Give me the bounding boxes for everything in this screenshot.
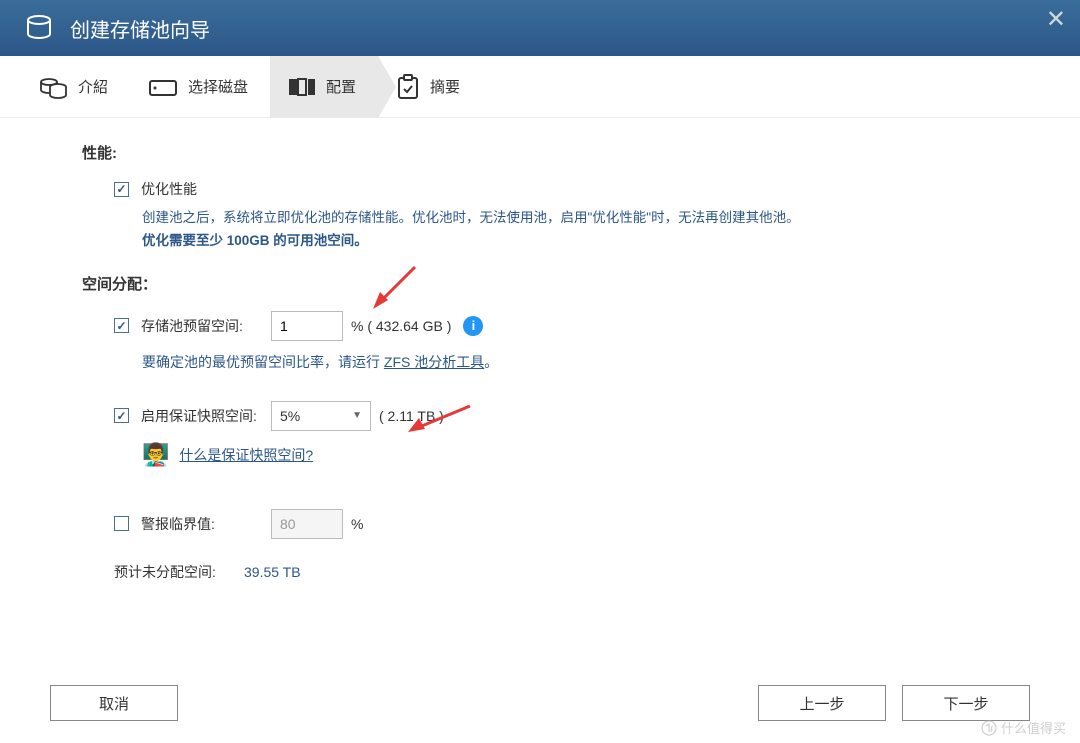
optimize-row: 优化性能 bbox=[82, 179, 1030, 199]
allocation-section-title: 空间分配： bbox=[82, 273, 1030, 294]
snapshot-help-row: 👨‍🏫 什么是保证快照空间? bbox=[82, 442, 1030, 468]
snapshot-size: ( 2.11 TB ) bbox=[379, 408, 444, 424]
teacher-icon: 👨‍🏫 bbox=[142, 442, 169, 468]
optimize-description: 创建池之后，系统将立即优化池的存储性能。优化池时，无法使用池，启用"优化性能"时… bbox=[82, 207, 1030, 253]
info-icon[interactable]: i bbox=[463, 316, 483, 336]
unallocated-label: 预计未分配空间: bbox=[114, 562, 244, 582]
performance-section-title: 性能: bbox=[82, 142, 1030, 163]
prev-button[interactable]: 上一步 bbox=[758, 685, 886, 721]
wizard-header: 创建存储池向导 ✕ bbox=[0, 0, 1080, 56]
alarm-input bbox=[271, 509, 343, 539]
step-bar: 介紹 选择磁盘 配置 摘要 bbox=[0, 56, 1080, 118]
alarm-checkbox[interactable] bbox=[114, 516, 129, 531]
content-area: 性能: 优化性能 创建池之后，系统将立即优化池的存储性能。优化池时，无法使用池，… bbox=[0, 118, 1080, 582]
wizard-title: 创建存储池向导 bbox=[70, 14, 210, 43]
optimize-checkbox[interactable] bbox=[114, 182, 129, 197]
alarm-row: 警报临界值: % bbox=[82, 508, 1030, 540]
chevron-down-icon: ▼ bbox=[352, 410, 362, 421]
close-icon[interactable]: ✕ bbox=[1046, 8, 1066, 32]
reserved-hint: 要确定池的最优预留空间比率，请运行 ZFS 池分析工具。 bbox=[82, 352, 1030, 372]
footer-bar: 取消 上一步 下一步 bbox=[0, 685, 1080, 721]
reserved-row: 存储池预留空间: % ( 432.64 GB ) i bbox=[82, 310, 1030, 342]
step-select-disk-label: 选择磁盘 bbox=[188, 76, 248, 97]
watermark: 什么值得买 bbox=[981, 718, 1066, 737]
step-configure-label: 配置 bbox=[326, 76, 356, 97]
unallocated-value: 39.55 TB bbox=[244, 564, 301, 580]
snapshot-help-link[interactable]: 什么是保证快照空间? bbox=[179, 445, 313, 465]
step-intro-label: 介紹 bbox=[78, 76, 108, 97]
step-summary-label: 摘要 bbox=[430, 76, 460, 97]
reserved-checkbox[interactable] bbox=[114, 318, 129, 333]
next-button[interactable]: 下一步 bbox=[902, 685, 1030, 721]
step-intro[interactable]: 介紹 bbox=[20, 56, 130, 118]
snapshot-row: 启用保证快照空间: 5% ▼ ( 2.11 TB ) bbox=[82, 400, 1030, 432]
step-configure[interactable]: 配置 bbox=[270, 56, 378, 118]
unallocated-row: 预计未分配空间: 39.55 TB bbox=[82, 562, 1030, 582]
zfs-tool-link[interactable]: ZFS 池分析工具 bbox=[384, 354, 484, 370]
step-select-disk[interactable]: 选择磁盘 bbox=[130, 56, 270, 118]
reserved-input[interactable] bbox=[271, 311, 343, 341]
snapshot-select[interactable]: 5% ▼ bbox=[271, 401, 371, 431]
alarm-label: 警报临界值: bbox=[141, 514, 271, 534]
optimize-label: 优化性能 bbox=[141, 179, 197, 199]
storage-icon bbox=[24, 12, 54, 45]
snapshot-value: 5% bbox=[280, 408, 300, 424]
snapshot-checkbox[interactable] bbox=[114, 408, 129, 423]
alarm-unit: % bbox=[351, 516, 363, 532]
cancel-button[interactable]: 取消 bbox=[50, 685, 178, 721]
reserved-label: 存储池预留空间: bbox=[141, 316, 271, 336]
reserved-unit: % ( 432.64 GB ) bbox=[351, 318, 451, 334]
snapshot-label: 启用保证快照空间: bbox=[141, 406, 271, 426]
